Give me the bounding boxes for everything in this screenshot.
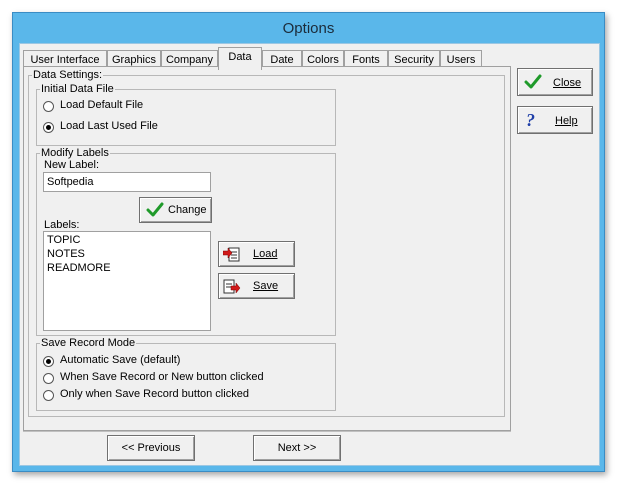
automatic-save-label: Automatic Save (default) xyxy=(60,354,181,366)
next-button[interactable]: Next >> xyxy=(253,435,341,461)
save-button-label: Save xyxy=(253,280,279,292)
list-item[interactable]: READMORE xyxy=(47,262,111,274)
radio-load-default-file[interactable] xyxy=(43,101,54,112)
new-label-input[interactable]: Softpedia xyxy=(43,172,211,192)
load-icon xyxy=(223,247,240,262)
previous-button[interactable]: << Previous xyxy=(107,435,195,461)
new-label-value: Softpedia xyxy=(47,176,94,188)
data-settings-label: Data Settings: xyxy=(32,69,104,81)
options-window: Options User Interface Graphics Company … xyxy=(12,12,605,472)
labels-caption: Labels: xyxy=(44,219,80,231)
close-button-label: Close xyxy=(553,77,582,89)
help-button[interactable]: ? Help xyxy=(517,106,593,134)
change-button[interactable]: Change xyxy=(139,197,212,223)
labels-listbox[interactable]: TOPIC NOTES READMORE xyxy=(43,231,211,331)
load-button-label: Load xyxy=(253,248,278,260)
next-button-label: Next >> xyxy=(277,442,317,454)
load-button[interactable]: Load xyxy=(218,241,295,267)
save-icon xyxy=(223,279,241,294)
save-record-mode-label: Save Record Mode xyxy=(40,337,137,349)
dialog-client-area: User Interface Graphics Company Data Dat… xyxy=(19,43,600,466)
tab-data[interactable]: Data xyxy=(218,47,262,70)
close-button[interactable]: Close xyxy=(517,68,593,96)
initial-data-file-group xyxy=(36,89,336,146)
load-default-file-label: Load Default File xyxy=(60,99,144,111)
initial-data-file-label: Initial Data File xyxy=(40,83,115,95)
list-item[interactable]: NOTES xyxy=(47,248,85,260)
check-icon xyxy=(146,202,164,217)
save-button[interactable]: Save xyxy=(218,273,295,299)
help-button-label: Help xyxy=(555,115,578,127)
tab-panel-data: Data Settings: Initial Data File Load De… xyxy=(23,66,511,431)
radio-only-save-record[interactable] xyxy=(43,390,54,401)
radio-when-save-or-new[interactable] xyxy=(43,373,54,384)
when-save-or-new-label: When Save Record or New button clicked xyxy=(60,371,264,383)
list-item[interactable]: TOPIC xyxy=(47,234,80,246)
only-save-record-label: Only when Save Record button clicked xyxy=(60,388,249,400)
bottom-divider xyxy=(23,431,511,432)
radio-load-last-used-file[interactable] xyxy=(43,122,54,133)
modify-labels-label: Modify Labels xyxy=(40,147,110,159)
previous-button-label: << Previous xyxy=(121,442,181,454)
new-label-caption: New Label: xyxy=(44,159,100,171)
help-icon: ? xyxy=(526,110,535,130)
load-last-used-file-label: Load Last Used File xyxy=(60,120,158,132)
change-button-label: Change xyxy=(168,204,207,216)
radio-automatic-save[interactable] xyxy=(43,356,54,367)
window-title: Options xyxy=(282,20,335,37)
check-icon xyxy=(524,74,542,89)
